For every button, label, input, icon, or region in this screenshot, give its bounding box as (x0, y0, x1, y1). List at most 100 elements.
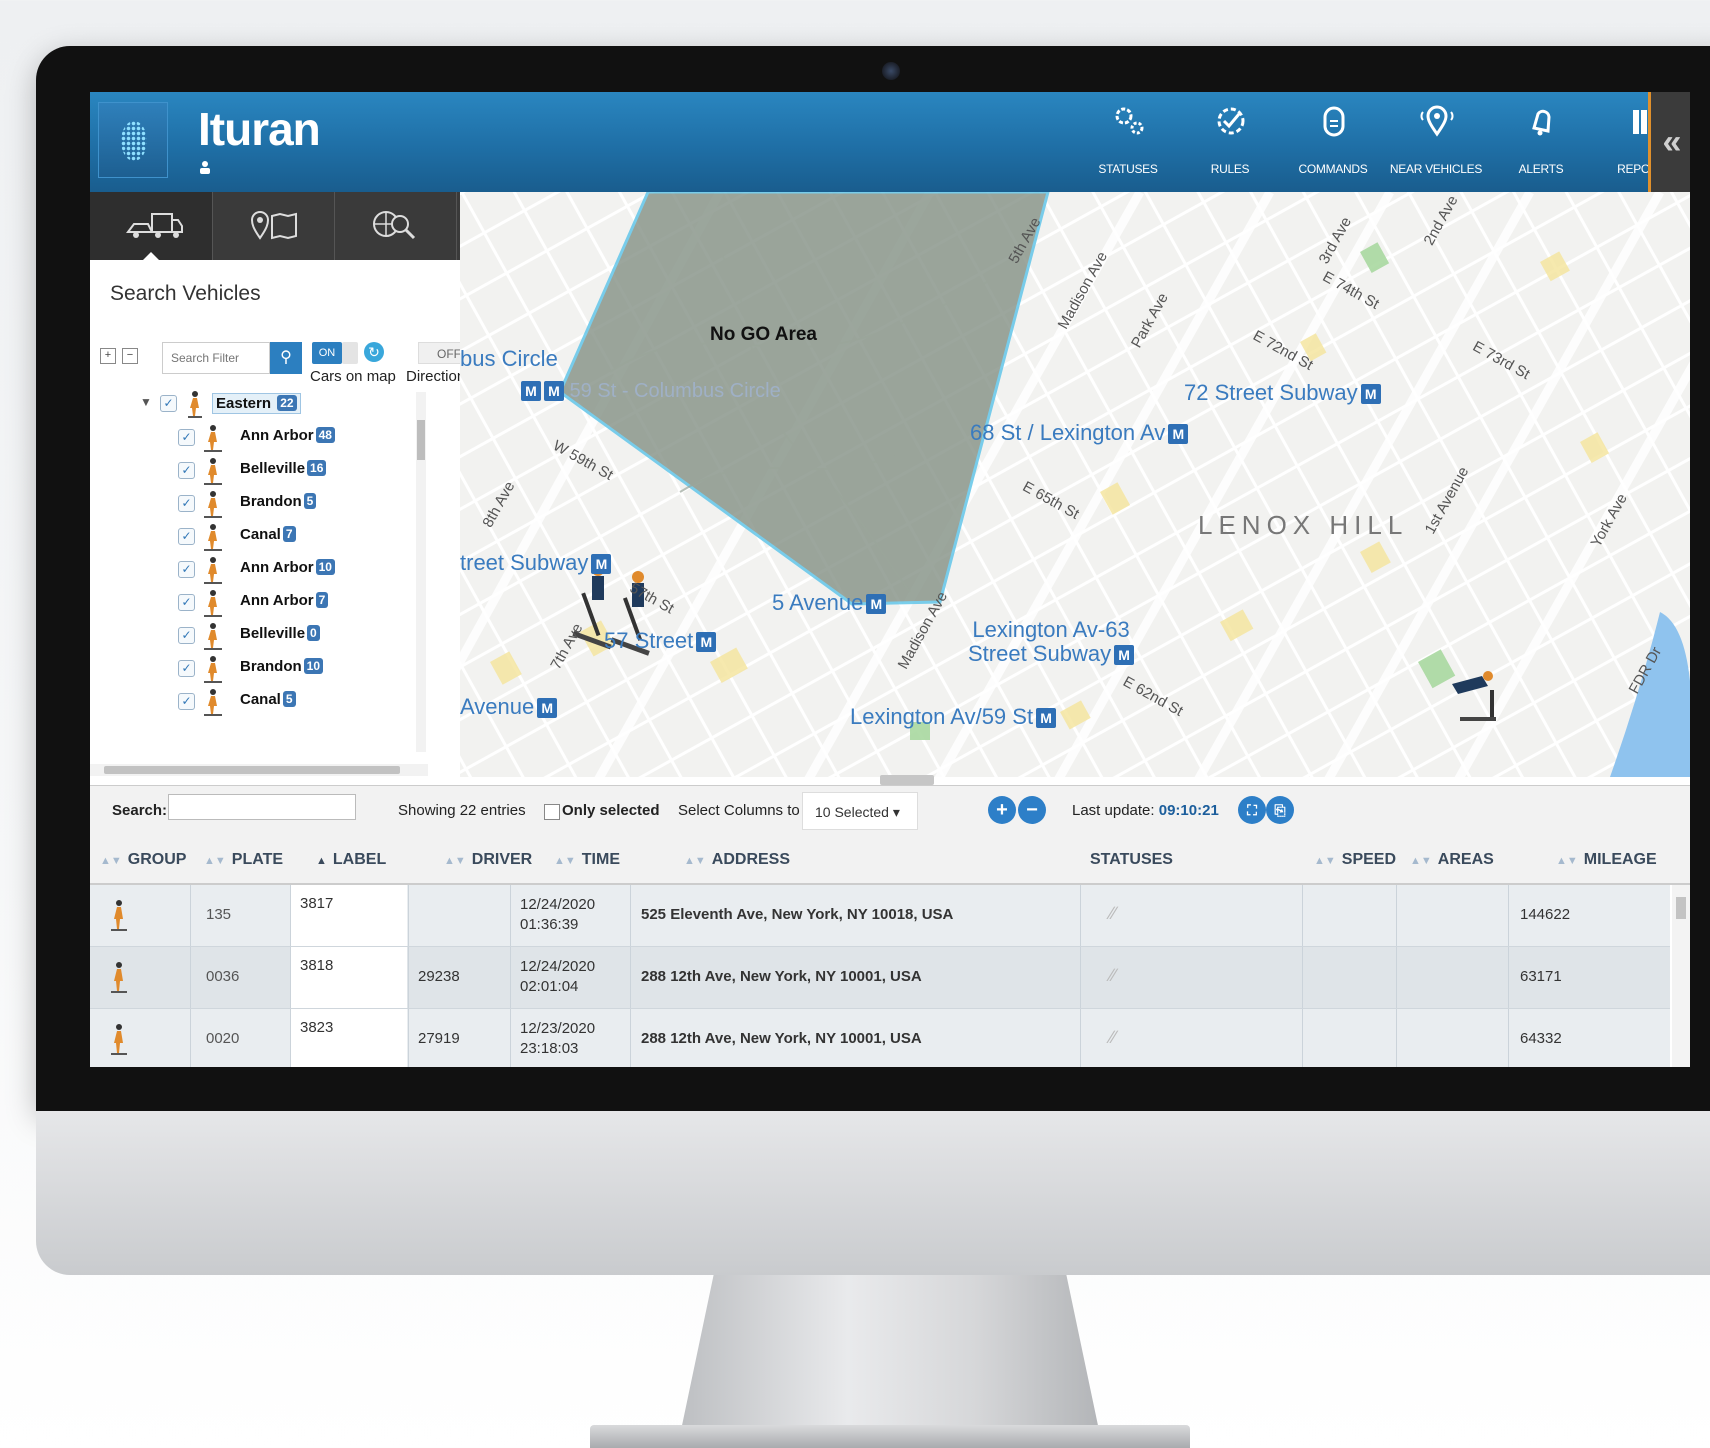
zoom-in-button[interactable]: + (988, 796, 1016, 824)
col-group[interactable]: ▲▼ GROUP (100, 851, 186, 869)
collapse-caret-icon[interactable]: ▼ (140, 395, 152, 409)
app-logo[interactable] (98, 102, 168, 178)
tree-group-row[interactable]: ▼ ✓ Eastern 22 (140, 390, 428, 420)
grid-scrollbar-thumb[interactable] (1676, 897, 1686, 919)
time-cell: 12/24/2020 01:36:39 (520, 896, 596, 933)
panel-title: Search Vehicles (110, 282, 261, 305)
tree-checkbox[interactable]: ✓ (160, 395, 177, 412)
tree-vehicle-row[interactable]: ✓ Belleville 0 (160, 622, 428, 652)
tree-vehicle-row[interactable]: ✓ Ann Arbor 7 (160, 589, 428, 619)
tree-checkbox[interactable]: ✓ (178, 429, 195, 446)
tree-vehicle-name: Brandon 5 (240, 493, 317, 510)
map-view[interactable]: No GO Area 72 Street Subway M 68 St / Lex… (460, 192, 1690, 777)
tree-vehicle-row[interactable]: ✓ Canal 7 (160, 523, 428, 553)
col-label[interactable]: ▲ LABEL (316, 851, 386, 869)
metro-icon: M (1114, 645, 1135, 665)
tree-vehicle-name: Ann Arbor 48 (240, 427, 335, 444)
table-row[interactable]: 0020 3823 27919 12/23/2020 23:18:03 288 12th … (90, 1009, 1670, 1067)
left-panel-tabs (90, 192, 460, 261)
column-divider (630, 1009, 631, 1067)
driver-cell: 27919 (418, 1030, 460, 1047)
table-row[interactable]: 0036 3818 29238 12/24/2020 02:01:04 288 12th … (90, 947, 1670, 1009)
nav-commands[interactable]: COMMANDS (1283, 92, 1383, 192)
nav-rules[interactable]: RULES (1180, 92, 1280, 192)
fullscreen-button[interactable]: ⛶ (1238, 796, 1266, 824)
tree-checkbox[interactable]: ✓ (178, 561, 195, 578)
collapse-all-button[interactable]: − (122, 348, 138, 364)
cars-on-map-toggle-off[interactable] (342, 342, 358, 364)
tree-vehicle-row[interactable]: ✓ Ann Arbor 48 (160, 424, 428, 454)
direction-label: Direction (406, 368, 462, 385)
direction-toggle[interactable]: OFF (418, 342, 464, 364)
col-time[interactable]: ▲▼ TIME (554, 851, 620, 869)
tree-vehicle-row[interactable]: ✓ Brandon 10 (160, 655, 428, 685)
tree-checkbox[interactable]: ✓ (178, 462, 195, 479)
tree-checkbox[interactable]: ✓ (178, 660, 195, 677)
refresh-icon[interactable]: ↻ (364, 342, 384, 362)
column-divider (630, 947, 631, 1008)
label-cell: 3823 (300, 1019, 334, 1036)
nav-label: ALERTS (1518, 162, 1564, 176)
mileage-cell: 144622 (1520, 906, 1571, 923)
export-button[interactable]: ⎘ (1266, 796, 1294, 824)
grid-search-input[interactable] (168, 794, 356, 820)
only-selected-checkbox[interactable] (544, 804, 560, 820)
tree-checkbox[interactable]: ✓ (178, 693, 195, 710)
tree-checkbox[interactable]: ✓ (178, 495, 195, 512)
scooter-rider-icon (204, 689, 222, 716)
tree-checkbox[interactable]: ✓ (178, 594, 195, 611)
tree-hscrollbar[interactable] (90, 764, 428, 776)
scooter-rider-icon (188, 391, 202, 418)
tab-locations[interactable] (212, 192, 335, 260)
map-label-lenox-hill: LENOX HILL (1198, 510, 1409, 540)
table-row[interactable]: 135 3817 12/24/2020 01:36:39 525 Eleventh Av… (90, 885, 1670, 947)
col-statuses[interactable]: STATUSES (1090, 851, 1173, 869)
select-columns-dropdown[interactable]: 10 Selected ▾ (802, 792, 918, 830)
tree-vehicle-name: Canal 5 (240, 691, 296, 708)
map-resize-handle[interactable] (880, 775, 934, 785)
plate-cell: 135 (206, 906, 232, 923)
tree-vehicle-row[interactable]: ✓ Belleville 16 (160, 457, 428, 487)
sort-icon: ▲▼ (100, 855, 122, 867)
nav-label: COMMANDS (1298, 162, 1368, 176)
collapse-panel-button[interactable]: « (1648, 92, 1690, 192)
metro-icon: M (544, 381, 564, 401)
tree-vehicle-row[interactable]: ✓ Canal 5 (160, 688, 428, 718)
column-divider (630, 885, 631, 946)
tree-hscrollbar-thumb[interactable] (104, 766, 400, 774)
sort-icon: ▲▼ (1556, 855, 1578, 867)
zoom-out-button[interactable]: − (1018, 796, 1046, 824)
nav-label: STATUSES (1098, 162, 1158, 176)
mileage-cell: 64332 (1520, 1030, 1562, 1047)
col-driver[interactable]: ▲▼ DRIVER (444, 851, 532, 869)
search-filter-button[interactable]: ⚲ (270, 342, 302, 374)
user-icon[interactable] (199, 160, 211, 174)
col-areas[interactable]: ▲▼ AREAS (1410, 851, 1494, 869)
nav-alerts[interactable]: ALERTS (1491, 92, 1591, 192)
tab-vehicles[interactable] (90, 192, 213, 260)
tree-vehicle-row[interactable]: ✓ Brandon 5 (160, 490, 428, 520)
tree-checkbox[interactable]: ✓ (178, 528, 195, 545)
nav-statuses[interactable]: STATUSES (1078, 92, 1178, 192)
column-divider (190, 947, 191, 1008)
grid-scrollbar[interactable] (1672, 885, 1690, 1067)
tree-scrollbar-thumb[interactable] (417, 420, 425, 460)
expand-all-button[interactable]: + (100, 348, 116, 364)
column-divider (1508, 947, 1509, 1008)
column-divider (290, 947, 291, 1008)
sort-asc-icon: ▲ (316, 855, 327, 867)
tree-checkbox[interactable]: ✓ (178, 627, 195, 644)
search-filter-input[interactable] (162, 342, 270, 374)
col-speed[interactable]: ▲▼ SPEED (1314, 851, 1396, 869)
tree-vehicle-row[interactable]: ✓ Ann Arbor 10 (160, 556, 428, 586)
col-plate[interactable]: ▲▼ PLATE (204, 851, 283, 869)
cars-on-map-toggle[interactable]: ON (312, 342, 342, 364)
col-mileage[interactable]: ▲▼ MILEAGE (1556, 851, 1657, 869)
tree-scrollbar[interactable] (416, 392, 426, 752)
nav-near-vehicles[interactable]: NEAR VEHICLES (1386, 92, 1486, 192)
tree-group-name: Eastern 22 (212, 393, 301, 414)
tab-search-map[interactable] (334, 192, 457, 260)
col-address[interactable]: ▲▼ ADDRESS (684, 851, 790, 869)
column-divider (1080, 947, 1081, 1008)
map-canvas[interactable] (460, 192, 1690, 777)
